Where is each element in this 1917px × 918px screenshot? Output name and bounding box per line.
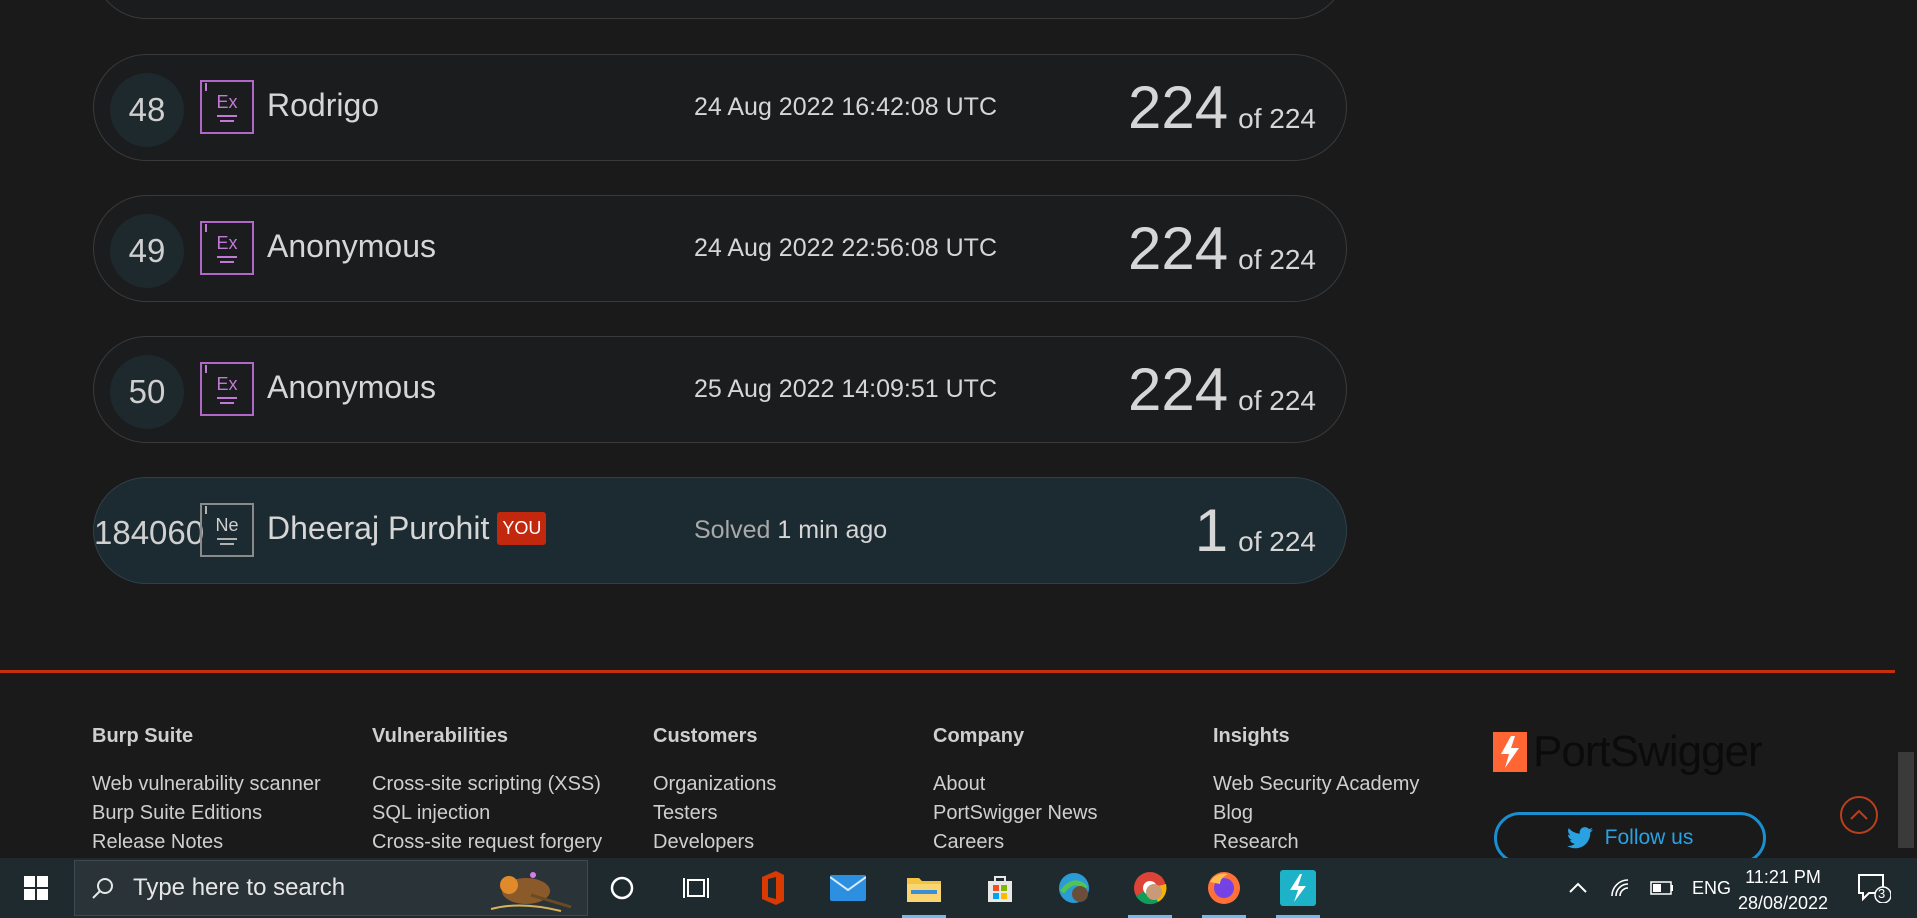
chevron-up-icon[interactable] [1568,882,1588,894]
taskbar-search-box[interactable]: Type here to search [74,860,588,916]
system-tray: ENG [1568,858,1731,918]
footer-link[interactable]: SQL injection [372,799,602,828]
solved-date: 25 Aug 2022 14:09:51 UTC [694,375,998,403]
footer-column-insights: Insights Web Security Academy Blog Resea… [1213,725,1419,857]
page-scrollbar[interactable] [1895,0,1917,858]
footer-heading: Burp Suite [92,725,194,747]
score-total: of 224 [1238,385,1316,416]
follow-us-label: Follow us [1604,826,1694,849]
footer-link[interactable]: Research [1213,828,1419,857]
score-value: 1 [1194,497,1229,564]
solved-status: Solved 1 min ago [694,516,887,545]
search-placeholder: Type here to search [133,874,346,901]
rank-circle: 48 [110,73,184,147]
twitter-icon [1566,827,1593,849]
burp-suite-icon[interactable] [1276,866,1320,918]
notification-count: 3 [1878,886,1886,901]
battery-icon[interactable] [1650,881,1674,895]
solved-date: 24 Aug 2022 22:56:08 UTC [694,234,998,262]
user-name: Dheeraj Purohit YOU [267,510,547,547]
footer-column-company: Company About PortSwigger News Careers [933,725,1098,857]
rank-number: 184060 [94,514,205,551]
portswigger-logo-icon [1493,732,1527,772]
solved-label: Solved [694,516,771,544]
start-button[interactable] [0,858,72,918]
footer-divider [0,670,1895,673]
level-badge-icon: Ne [200,503,254,557]
footer-link[interactable]: Blog [1213,799,1419,828]
user-name-text: Dheeraj Purohit [267,510,490,546]
microsoft-store-icon[interactable] [978,866,1022,910]
clock-date: 28/08/2022 [1737,893,1829,913]
scrollbar-thumb[interactable] [1898,752,1914,848]
rank-circle: 50 [110,355,184,429]
score-total: of 224 [1238,244,1316,275]
logo-text: PortSwigger [1533,727,1763,776]
footer-link[interactable]: Testers [653,799,776,828]
footer-link[interactable]: Careers [933,828,1098,857]
search-icon [92,878,113,899]
footer-column-customers: Customers Organizations Testers Develope… [653,725,776,857]
portswigger-logo[interactable]: PortSwigger [1493,727,1763,777]
search-highlight-bird-icon [490,872,572,912]
footer-link[interactable]: Web vulnerability scanner [92,770,321,799]
footer-link[interactable]: Burp Suite Editions [92,799,321,828]
level-badge-icon: Ex [200,362,254,416]
score: 224 of 224 [1128,73,1316,142]
chrome-icon[interactable] [1128,866,1172,918]
windows-icon [24,876,48,900]
user-name: Rodrigo [267,87,380,123]
follow-us-button[interactable]: Follow us [1494,812,1766,864]
footer-link[interactable]: Cross-site scripting (XSS) [372,770,602,799]
score-value: 224 [1128,74,1229,141]
score-value: 224 [1128,215,1229,282]
solved-time: 1 min ago [777,516,888,544]
windows-taskbar: Type here to search ENG 11:21 PM 28/08/2… [0,858,1917,918]
footer-column-vulnerabilities: Vulnerabilities Cross-site scripting (XS… [372,725,602,857]
leaderboard-row-current-user: 184060 Ne Dheeraj Purohit YOU Solved 1 mi… [93,477,1347,584]
scroll-to-top-button[interactable] [1840,796,1878,834]
user-name: Anonymous [267,228,436,264]
mail-icon[interactable] [826,866,870,910]
leaderboard-row-partial [93,0,1347,19]
score: 1 of 224 [1195,496,1316,565]
footer-link[interactable]: Cross-site request forgery [372,828,602,857]
footer-link[interactable]: PortSwigger News [933,799,1098,828]
wifi-icon[interactable] [1610,878,1632,898]
footer-link[interactable]: Release Notes [92,828,321,857]
office-icon[interactable] [750,866,794,910]
firefox-icon[interactable] [1202,866,1246,918]
level-badge-icon: Ex [200,80,254,134]
edge-profile-icon[interactable] [1052,866,1096,910]
score: 224 of 224 [1128,214,1316,283]
footer-link[interactable]: Organizations [653,770,776,799]
footer-link[interactable]: Web Security Academy [1213,770,1419,799]
footer-heading: Vulnerabilities [372,725,508,747]
score: 224 of 224 [1128,355,1316,424]
leaderboard-row: 49 Ex Anonymous 24 Aug 2022 22:56:08 UTC… [93,195,1347,302]
solved-date: 24 Aug 2022 16:42:08 UTC [694,93,998,121]
footer-link[interactable]: About [933,770,1098,799]
leaderboard-row: 48 Ex Rodrigo 24 Aug 2022 16:42:08 UTC 2… [93,54,1347,161]
footer-link[interactable]: Developers [653,828,776,857]
score-value: 224 [1128,356,1229,423]
footer-column-burp-suite: Burp Suite Web vulnerability scanner Bur… [92,725,321,857]
footer-heading: Customers [653,725,758,747]
rank-circle: 49 [110,214,184,288]
user-name: Anonymous [267,369,436,405]
leaderboard-row: 50 Ex Anonymous 25 Aug 2022 14:09:51 UTC… [93,336,1347,443]
level-badge-icon: Ex [200,221,254,275]
footer-heading: Company [933,725,1025,747]
task-view-icon[interactable] [674,866,718,910]
score-total: of 224 [1238,526,1316,557]
system-clock[interactable]: 11:21 PM 28/08/2022 [1718,864,1848,916]
file-explorer-icon[interactable] [902,866,946,918]
cortana-icon[interactable] [600,866,644,910]
clock-time: 11:21 PM [1745,867,1821,887]
score-total: of 224 [1238,103,1316,134]
chevron-up-icon [1850,809,1868,820]
you-badge: YOU [497,512,547,545]
notifications-icon[interactable]: 3 [1852,866,1896,910]
footer-heading: Insights [1213,725,1290,747]
